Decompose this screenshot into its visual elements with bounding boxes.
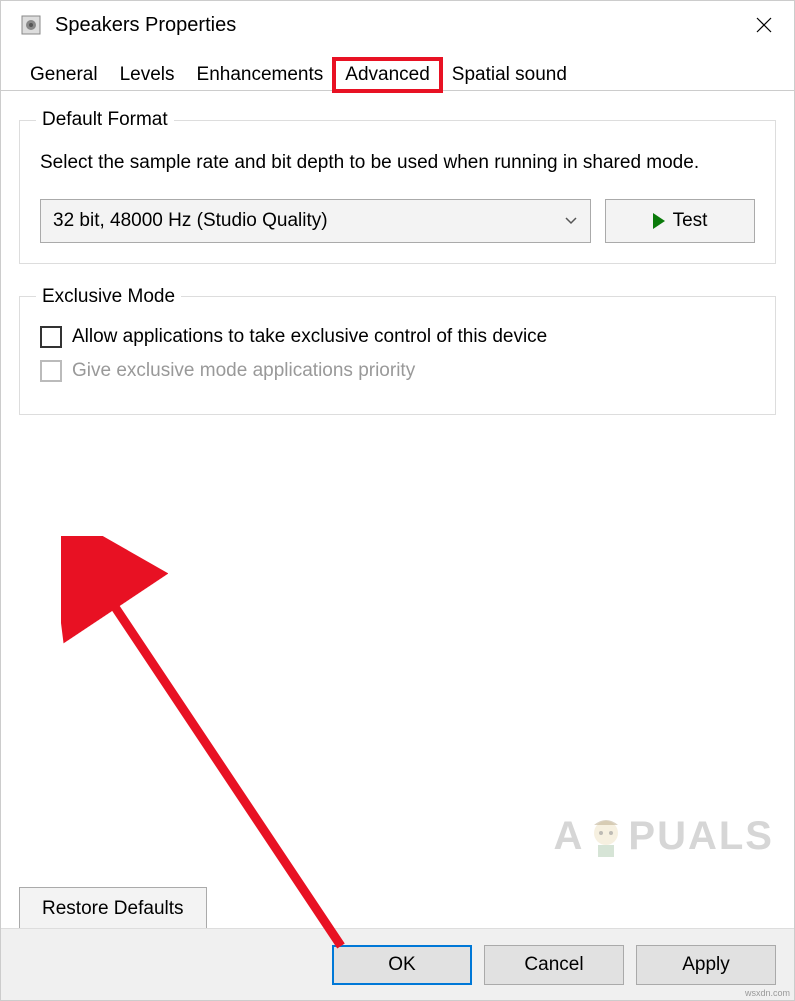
format-row: 32 bit, 48000 Hz (Studio Quality) Test bbox=[40, 199, 755, 243]
cancel-label: Cancel bbox=[524, 954, 583, 976]
test-button[interactable]: Test bbox=[605, 199, 755, 243]
allow-exclusive-row: Allow applications to take exclusive con… bbox=[40, 326, 755, 348]
tab-content: Default Format Select the sample rate an… bbox=[1, 90, 794, 949]
exclusive-mode-legend: Exclusive Mode bbox=[36, 286, 181, 308]
watermark-mascot-icon bbox=[586, 815, 626, 859]
format-select[interactable]: 32 bit, 48000 Hz (Studio Quality) bbox=[40, 199, 591, 243]
titlebar: Speakers Properties bbox=[1, 1, 794, 49]
play-icon bbox=[653, 213, 665, 229]
allow-exclusive-label: Allow applications to take exclusive con… bbox=[72, 326, 547, 348]
dialog-window: Speakers Properties General Levels Enhan… bbox=[0, 0, 795, 1001]
apply-label: Apply bbox=[682, 954, 730, 976]
default-format-group: Default Format Select the sample rate an… bbox=[19, 109, 776, 264]
priority-checkbox bbox=[40, 360, 62, 382]
dialog-footer: OK Cancel Apply bbox=[1, 928, 794, 1000]
priority-row: Give exclusive mode applications priorit… bbox=[40, 360, 755, 382]
tab-enhancements[interactable]: Enhancements bbox=[186, 59, 335, 90]
watermark-text-b: PUALS bbox=[628, 814, 774, 859]
watermark-text-a: A bbox=[554, 814, 585, 859]
tab-advanced[interactable]: Advanced bbox=[334, 59, 441, 91]
ok-button[interactable]: OK bbox=[332, 945, 472, 985]
restore-defaults-button[interactable]: Restore Defaults bbox=[19, 887, 207, 931]
tab-levels[interactable]: Levels bbox=[109, 59, 186, 90]
ok-label: OK bbox=[388, 954, 415, 976]
window-title: Speakers Properties bbox=[55, 14, 236, 37]
default-format-legend: Default Format bbox=[36, 109, 174, 131]
tab-strip: General Levels Enhancements Advanced Spa… bbox=[1, 49, 794, 91]
restore-defaults-label: Restore Defaults bbox=[42, 898, 184, 920]
speaker-icon bbox=[19, 13, 43, 37]
apply-button[interactable]: Apply bbox=[636, 945, 776, 985]
test-button-label: Test bbox=[673, 210, 708, 232]
default-format-desc: Select the sample rate and bit depth to … bbox=[40, 149, 755, 177]
priority-label: Give exclusive mode applications priorit… bbox=[72, 360, 415, 382]
chevron-down-icon bbox=[564, 213, 578, 229]
source-credit: wsxdn.com bbox=[745, 988, 790, 998]
format-selected-value: 32 bit, 48000 Hz (Studio Quality) bbox=[53, 210, 328, 232]
tab-general[interactable]: General bbox=[19, 59, 109, 90]
exclusive-mode-group: Exclusive Mode Allow applications to tak… bbox=[19, 286, 776, 415]
close-button[interactable] bbox=[734, 1, 794, 49]
cancel-button[interactable]: Cancel bbox=[484, 945, 624, 985]
allow-exclusive-checkbox[interactable] bbox=[40, 326, 62, 348]
watermark: A PUALS bbox=[554, 814, 774, 859]
tab-spatial[interactable]: Spatial sound bbox=[441, 59, 578, 90]
